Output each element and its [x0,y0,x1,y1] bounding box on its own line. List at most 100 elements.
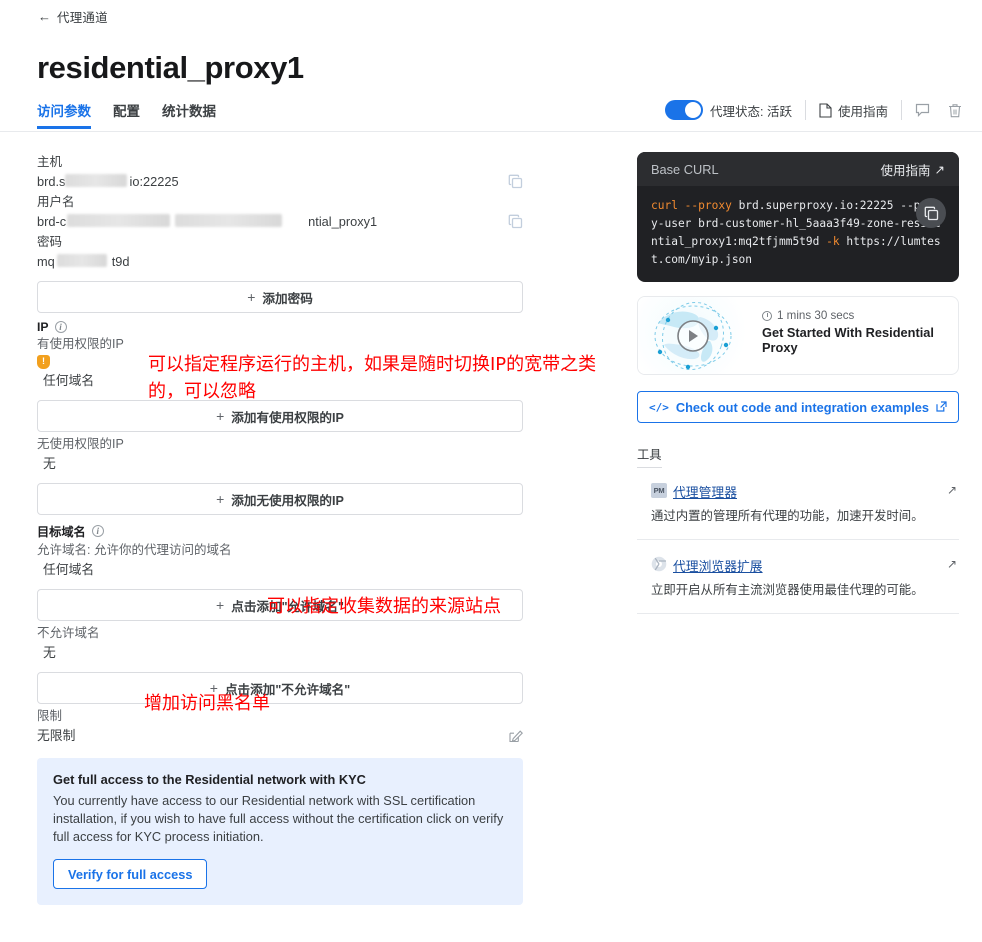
plus-icon: + [216,491,225,507]
divider [637,539,959,540]
curl-command[interactable]: curl --proxy brd.superproxy.io:22225 --p… [637,186,959,282]
info-icon[interactable]: i [91,525,104,537]
curl-keyword: curl --proxy [651,199,732,212]
base-curl-card: Base CURL 使用指南 ↗ curl --proxy brd.superp… [637,152,959,282]
arrow-up-right-icon[interactable]: ↗ [947,483,957,497]
code-examples-label: Check out code and integration examples [675,399,930,415]
clock-icon [762,310,772,321]
proxy-status-toggle-group[interactable]: 代理状态: 活跃 [665,100,792,120]
page-title: residential_proxy1 [37,50,304,85]
add-allowed-ip-label: 添加有使用权限的IP [231,410,344,425]
tool-desc-browser-extension: 立即开启从所有主流浏览器使用最佳代理的可能。 [651,583,924,597]
video-meta: 1 mins 30 secs Get Started With Resident… [748,297,958,374]
limit-label: 限制 [37,709,63,723]
tool-desc-proxy-manager: 通过内置的管理所有代理的功能，加速开发时间。 [651,509,924,523]
allowed-domain-label: 允许域名: 允许你的代理访问的域名 [37,543,232,557]
toggle-knob [685,102,702,118]
tab-statistics[interactable]: 统计数据 [162,100,216,129]
host-value-suffix: io:22225 [129,174,179,189]
tool-name-proxy-manager[interactable]: 代理管理器 [673,482,737,501]
add-password-label: 添加密码 [262,291,313,306]
info-icon[interactable]: i [54,321,67,333]
kyc-body: You currently have access to our Residen… [53,793,504,844]
kyc-title: Get full access to the Residential netwo… [53,772,366,787]
plus-icon: + [216,408,225,424]
tool-proxy-manager[interactable]: PM 代理管理器 ↗ 通过内置的管理所有代理的功能，加速开发时间。 [637,482,959,525]
tool-browser-extension[interactable]: 代理浏览器扩展 ↗ 立即开启从所有主流浏览器使用最佳代理的可能。 [637,556,959,599]
redaction-overlay [175,214,282,227]
annotation-blacklist: 增加访问黑名单 [144,693,270,714]
domain-heading-label: 目标域名 [37,525,86,539]
video-duration-label: 1 mins 30 secs [777,309,855,322]
password-value: mqaaaaaaaat9d [37,251,130,272]
arrow-up-right-icon: ↗ [934,162,945,177]
password-label: 密码 [37,235,63,249]
video-duration: 1 mins 30 secs [762,309,946,322]
tool-row: 代理浏览器扩展 ↗ [673,556,959,575]
tab-access-params[interactable]: 访问参数 [37,100,91,129]
username-value-suffix: ntial_proxy1 [308,214,378,229]
proxy-zone-detail-page: ← 代理通道 residential_proxy1 访问参数 配置 统计数据 代… [0,0,982,942]
annotation-ip: 可以指定程序运行的主机，如果是随时切换IP的宽带之类的，可以忽略 [148,354,597,402]
tools-section-heading: 工具 [637,445,662,468]
curl-usage-guide-link[interactable]: 使用指南 ↗ [881,160,946,179]
divider [637,613,959,614]
globe-network-icon [638,297,748,374]
host-value-prefix: brd.s [37,174,66,189]
copy-icon[interactable] [508,214,523,229]
header-divider [0,131,982,132]
copy-icon[interactable] [508,174,523,189]
usage-guide-link[interactable]: 使用指南 [819,101,888,120]
code-brackets-icon: </> [648,400,669,414]
header-controls: 代理状态: 活跃 使用指南 [665,100,962,120]
trash-icon[interactable] [948,103,962,118]
sidebar: Base CURL 使用指南 ↗ curl --proxy brd.superp… [637,152,959,614]
denied-domain-label: 不允许域名 [37,626,100,640]
ip-section-heading: IP i [37,320,523,334]
plus-icon: + [247,289,256,305]
add-denied-domain-button[interactable]: + 点击添加"不允许域名" [37,672,523,704]
chat-icon[interactable] [915,103,930,117]
username-row: brd-caaaaaaaaaaaaaaaaaaaaaaaaaaaaaaaaaan… [37,211,523,232]
proxy-manager-icon: PM [651,482,667,498]
annotation-domain: 可以指定收集数据的来源站点 [267,596,501,617]
file-icon [819,102,832,118]
proxy-status-toggle[interactable] [665,100,704,120]
arrow-up-right-icon[interactable]: ↗ [947,557,957,571]
tool-name-browser-extension[interactable]: 代理浏览器扩展 [673,556,763,575]
denied-ip-value: 无 [43,456,56,471]
domain-section-heading: 目标域名 i [37,522,523,540]
proxy-status-label: 代理状态: 活跃 [710,104,792,119]
tab-configuration[interactable]: 配置 [113,100,140,129]
edit-pencil-icon[interactable] [509,729,523,743]
breadcrumb-label[interactable]: 代理通道 [57,7,108,26]
copy-curl-button[interactable] [916,198,946,228]
browser-extension-icon [651,556,667,572]
plus-icon: + [216,597,225,613]
curl-card-header: Base CURL 使用指南 ↗ [637,152,959,186]
add-denied-ip-label: 添加无使用权限的IP [231,493,344,508]
warning-icon [37,355,50,369]
curl-usage-guide-label: 使用指南 [880,163,931,178]
verify-full-access-button[interactable]: Verify for full access [53,859,208,889]
denied-ip-label: 无使用权限的IP [37,437,124,451]
allowed-domain-value: 任何域名 [43,562,95,577]
breadcrumb[interactable]: ← 代理通道 [38,7,108,26]
denied-domain-value: 无 [43,645,56,660]
tab-bar: 访问参数 配置 统计数据 [37,100,216,129]
code-examples-button[interactable]: </> Check out code and integration examp… [637,391,959,423]
curl-card-title: Base CURL [651,161,719,177]
video-title: Get Started With Residential Proxy [762,325,934,355]
curl-flag: -k [826,235,840,248]
limit-value: 无限制 [37,728,76,743]
add-password-button[interactable]: + 添加密码 [37,281,523,313]
tool-row: 代理管理器 ↗ [673,482,959,501]
access-params-form: 主机 brd.saaaaaaaaaio:22225 用户名 brd-caaaaa… [37,152,523,905]
add-denied-ip-button[interactable]: + 添加无使用权限的IP [37,483,523,515]
username-value: brd-caaaaaaaaaaaaaaaaaaaaaaaaaaaaaaaaaan… [37,211,377,232]
video-card[interactable]: 1 mins 30 secs Get Started With Resident… [637,296,959,375]
redaction-overlay [67,214,170,227]
ip-heading-label: IP [37,320,49,334]
password-value-prefix: mq [37,254,55,269]
back-arrow-icon[interactable]: ← [38,9,51,24]
